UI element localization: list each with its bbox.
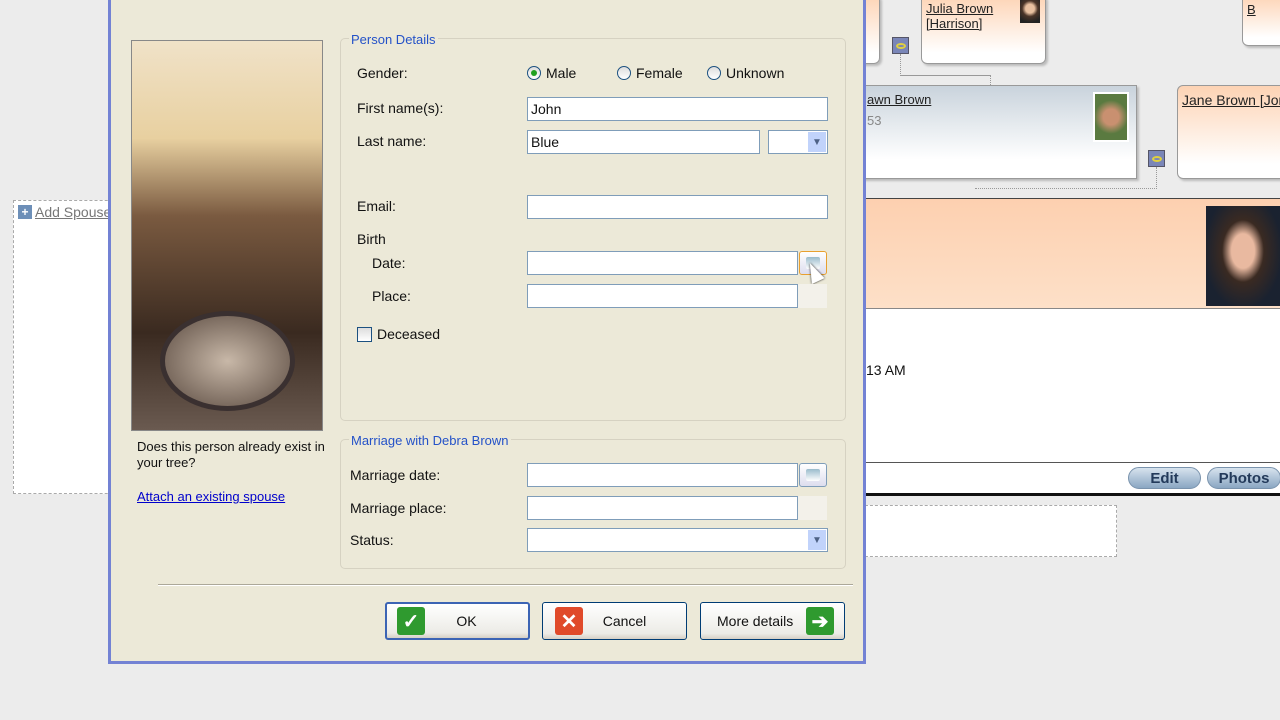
marriage-ring-icon[interactable] [1148,150,1165,167]
add-spouse-dialog: Does this person already exist in your t… [108,0,866,664]
marriage-place-input[interactable] [527,496,798,520]
calendar-icon [806,469,820,481]
person-card-julia-brown[interactable]: Julia Brown [Harrison] [921,0,1046,64]
last-name-input[interactable]: Blue [527,130,760,154]
gender-unknown-radio[interactable]: Unknown [707,65,784,81]
connector-line [975,167,1157,189]
marriage-date-input[interactable] [527,463,798,487]
person-photo [1093,92,1129,142]
check-icon: ✓ [397,607,425,635]
last-name-label: Last name: [357,133,427,149]
birth-place-button-disabled [798,284,827,308]
person-photo [1206,206,1280,306]
marriage-ring-icon[interactable] [892,37,909,54]
plus-icon: + [18,205,32,219]
marriage-place-button-disabled [798,496,827,520]
status-label: Status: [350,532,394,548]
birth-label: Birth [357,231,386,247]
deceased-checkbox[interactable]: Deceased [357,326,440,342]
connector-line [900,75,991,85]
ok-button[interactable]: ✓ OK [385,602,530,640]
gender-label: Gender: [357,65,408,81]
chevron-down-icon: ▼ [808,132,826,152]
add-spouse-link[interactable]: + Add Spouse [18,204,111,220]
divider [158,584,853,586]
chevron-down-icon: ▼ [808,530,826,550]
selected-person-panel: 13 AM [850,198,1280,496]
marriage-date-calendar-button[interactable] [799,463,827,487]
gender-female-radio[interactable]: Female [617,65,683,81]
person-details-legend: Person Details [349,32,438,47]
marriage-place-label: Marriage place: [350,500,447,516]
close-icon: ✕ [555,607,583,635]
person-card-jane-brown[interactable]: Jane Brown [Jon [1177,85,1280,179]
dialog-photo [131,40,323,431]
birth-date-input[interactable] [527,251,798,275]
photos-button[interactable]: Photos [1207,467,1280,489]
status-dropdown[interactable]: ▼ [527,528,828,552]
birth-place-label: Place: [372,288,411,304]
person-card-shawn-brown[interactable]: awn Brown 53 [850,85,1137,179]
person-details-group [340,38,846,421]
person-photo [1020,0,1040,23]
arrow-right-icon: ➔ [806,607,834,635]
birth-place-input[interactable] [527,284,798,308]
gender-male-radio[interactable]: Male [527,65,576,81]
person-card-top-right[interactable]: B [1242,0,1280,46]
marriage-date-label: Marriage date: [350,467,441,483]
first-name-input[interactable]: John [527,97,828,121]
add-spouse-placeholder [13,200,123,494]
cancel-button[interactable]: ✕ Cancel [542,602,687,640]
more-details-button[interactable]: More details ➔ [700,602,845,640]
birth-date-label: Date: [372,255,406,271]
first-name-label: First name(s): [357,100,444,116]
suffix-dropdown[interactable]: ▼ [768,130,828,154]
edit-button[interactable]: Edit [1128,467,1201,489]
exists-question: Does this person already exist in your t… [137,439,325,470]
email-input[interactable] [527,195,828,219]
email-label: Email: [357,198,396,214]
attach-existing-spouse-link[interactable]: Attach an existing spouse [137,489,285,504]
add-child-placeholder [850,505,1117,557]
marriage-legend: Marriage with Debra Brown [349,433,511,448]
